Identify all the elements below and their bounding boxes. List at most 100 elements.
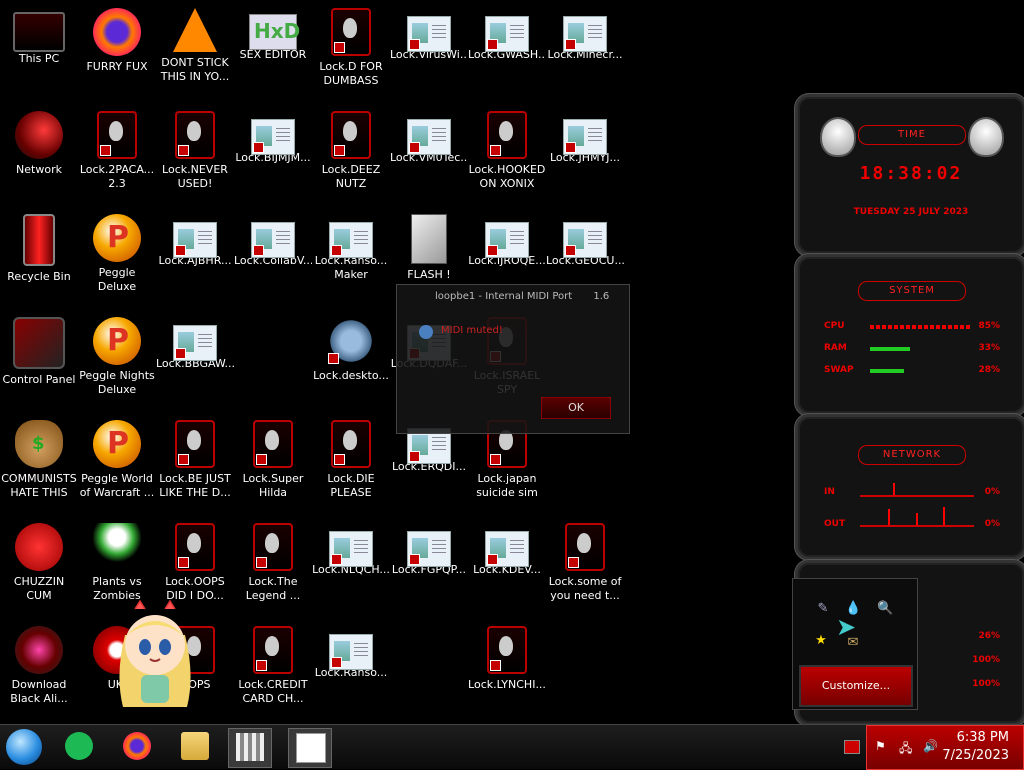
star-icon[interactable]: ★ [813, 633, 829, 649]
desktop-icon[interactable]: Lock.DEEZ NUTZ [312, 105, 390, 201]
alien-icon [175, 420, 215, 468]
alien-icon [175, 523, 215, 571]
desktop-icon-label: Peggle Nights Deluxe [79, 369, 155, 396]
network-out-spike [943, 507, 945, 525]
desktop-icon[interactable]: Lock.CREDIT CARD CH... [234, 620, 312, 716]
system-row-ram: RAM 33% [824, 343, 1000, 355]
desktop-icon[interactable]: Download Black Ali... [0, 620, 78, 716]
system-row-value: 33% [978, 343, 1000, 353]
desktop-icon[interactable]: Lock.FGPQP... [390, 517, 468, 613]
network-icon [15, 111, 63, 159]
customize-button[interactable]: Customize... [799, 665, 913, 707]
shortcut-arrow-icon [178, 145, 189, 156]
network-out-value: 0% [984, 519, 1000, 529]
desktop-icon[interactable]: Lock.deskto... [312, 311, 390, 407]
desktop-icon[interactable]: Lock.some of you need t... [546, 517, 624, 613]
file-explorer-taskbar-button[interactable] [174, 728, 216, 766]
shortcut-arrow-icon [490, 454, 501, 465]
desktop-icon[interactable]: Lock.HOOKED ON XONIX [468, 105, 546, 201]
network-in-row: IN 0% [824, 487, 1000, 499]
desktop-icon[interactable]: Lock.NEVER USED! [156, 105, 234, 201]
desktop-icon[interactable]: Lock.D FOR DUMBASS [312, 2, 390, 98]
desktop-icon[interactable]: Lock.CollabV... [234, 208, 312, 304]
desktop-icon[interactable]: Lock.Super Hilda [234, 414, 312, 510]
desktop-icon[interactable]: Network [0, 105, 78, 201]
system-row-cpu: CPU 85% [824, 321, 1000, 333]
desktop-icon[interactable]: Lock.Ranso... Maker Builde... [312, 208, 390, 304]
window-icon [329, 531, 373, 567]
desktop-icon[interactable]: Lock.VM0Tec... [390, 105, 468, 201]
firefox-taskbar-button[interactable] [116, 728, 158, 766]
shortcut-arrow-icon [253, 245, 264, 256]
alien-icon [565, 523, 605, 571]
desktop-icon[interactable]: DONT STICK THIS IN YO... [156, 2, 234, 98]
desktop-icon[interactable]: Lock.BBGAW... [156, 311, 234, 407]
volume-icon[interactable]: 🔊 [923, 739, 938, 753]
desktop: This PC FURRY FUX DONT STICK THIS IN YO...… [0, 0, 1024, 726]
desktop-icon[interactable]: HxD SEX EDITOR [234, 2, 312, 98]
shortcut-arrow-icon [490, 145, 501, 156]
desktop-icon[interactable]: Lock.AJBHR... [156, 208, 234, 304]
show-hidden-icons-button[interactable] [844, 740, 860, 754]
pixel-game-taskbar-button[interactable] [228, 728, 272, 768]
alien-icon [97, 111, 137, 159]
desktop-icon[interactable]: Recycle Bin [0, 208, 78, 304]
desktop-icon[interactable]: Lock.NLQCH... [312, 517, 390, 613]
desktop-icon[interactable]: Lock.GWASH... [468, 2, 546, 98]
control-icon [13, 317, 65, 369]
desktop-icon[interactable]: Lock.Minecr... [546, 2, 624, 98]
taskbar-clock-time[interactable]: 6:38 PM [957, 730, 1009, 745]
shortcut-arrow-icon [178, 557, 189, 568]
desktop-icon[interactable]: P Peggle Deluxe [78, 208, 156, 304]
desktop-icon[interactable]: $ COMMUNISTS HATE THIS G... [0, 414, 78, 510]
desktop-icon[interactable]: FURRY FUX [78, 2, 156, 98]
desktop-icon[interactable]: Lock.BE JUST LIKE THE D... [156, 414, 234, 510]
spotify-taskbar-button[interactable] [58, 728, 100, 766]
document-taskbar-button[interactable] [288, 728, 332, 768]
window-icon [407, 16, 451, 52]
taskbar-clock-date[interactable]: 7/25/2023 [942, 748, 1009, 763]
desktop-icon[interactable]: Lock.DIE PLEASE [312, 414, 390, 510]
desktop-icon[interactable]: Lock.LYNCHI... [468, 620, 546, 716]
network-out-graph [860, 525, 974, 527]
dialog-version: 1.6 [593, 291, 610, 302]
start-button[interactable] [6, 729, 42, 765]
desktop-icon[interactable]: Lock.VirusWi... [390, 2, 468, 98]
desktop-icon[interactable]: CHUZZIN CUM [0, 517, 78, 613]
system-row-label: RAM [824, 343, 847, 353]
desktop-icon[interactable]: Lock.KDEV... [468, 517, 546, 613]
alien-head-icon [820, 117, 856, 157]
network-in-label: IN [824, 487, 835, 497]
network-title: NETWORK [858, 445, 966, 465]
alien-icon [253, 626, 293, 674]
pen-icon[interactable]: ✎ [815, 601, 831, 617]
desktop-icon-label: CHUZZIN CUM [13, 575, 65, 602]
flag-icon[interactable]: ⚑ [875, 739, 886, 753]
desktop-icon-label: COMMUNISTS HATE THIS G... [1, 472, 77, 502]
desktop-icon[interactable]: This PC [0, 2, 78, 98]
system-tray: ⚑ 🖧 🔊 6:38 PM 7/25/2023 [866, 725, 1024, 770]
system-title: SYSTEM [858, 281, 966, 301]
magnifier-icon[interactable]: 🔍 [877, 601, 893, 617]
desktop-icon[interactable]: P Peggle World of Warcraft ... [78, 414, 156, 510]
ok-button[interactable]: OK [541, 397, 611, 419]
desktop-icon[interactable]: Control Panel [0, 311, 78, 407]
network-tray-icon[interactable]: 🖧 [899, 739, 912, 760]
peggle-icon: P [93, 317, 141, 365]
desktop-icon[interactable]: Lock.2PACA... 2.3 [78, 105, 156, 201]
desktop-icon[interactable]: Lock.The Legend ... [234, 517, 312, 613]
desktop-icon[interactable]: Lock.BIJMJM... [234, 105, 312, 201]
shortcut-arrow-icon [331, 245, 342, 256]
desktop-icon[interactable]: Lock.JHMYJ... [546, 105, 624, 201]
time-gadget[interactable]: TIME 18:38:02 TUESDAY 25 JULY 2023 [795, 94, 1024, 256]
desktop-icon[interactable]: P Peggle Nights Deluxe [78, 311, 156, 407]
shortcut-arrow-icon [178, 454, 189, 465]
alien-icon [487, 111, 527, 159]
window-icon [485, 222, 529, 258]
system-gadget[interactable]: SYSTEM CPU 85% RAM 33% SWAP 28% [795, 254, 1024, 416]
desktop-icon[interactable]: Lock.Ranso... [312, 620, 390, 716]
note-icon[interactable]: ✉ [845, 635, 861, 651]
network-gadget[interactable]: NETWORK IN 0% OUT 0% [795, 414, 1024, 560]
window-icon [251, 119, 295, 155]
desktop-icon-label: FURRY FUX [86, 60, 148, 73]
